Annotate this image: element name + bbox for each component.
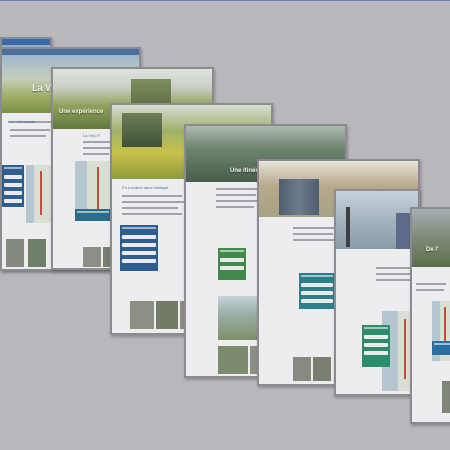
hero-title: [122, 149, 123, 154]
itinerary-panel[interactable]: [299, 273, 335, 309]
itinerary-panel[interactable]: [218, 248, 246, 280]
text-line: [416, 289, 444, 291]
thumbnail-photo: [28, 239, 46, 267]
itinerary-panel[interactable]: [120, 225, 158, 271]
lamp-post-photo: [346, 207, 350, 247]
text-line: [122, 207, 178, 209]
itinerary-panel[interactable]: [432, 341, 450, 355]
text-line: [83, 141, 113, 143]
thumbnail-photo: [130, 301, 154, 329]
text-line: [376, 279, 412, 281]
hero-title: Une expérience: [59, 109, 104, 115]
thumbnail-photo: [83, 247, 101, 267]
intro-heading: Le Véloscenie: [10, 119, 36, 124]
screenshot-collage: La V Le Véloscenie La V Le Véloscenie: [0, 0, 450, 450]
text-line: [216, 188, 260, 190]
thumbnail-photo: [442, 381, 450, 413]
text-line: [216, 200, 258, 202]
text-line: [293, 233, 333, 235]
text-line: [10, 135, 46, 137]
itinerary-panel[interactable]: [362, 325, 390, 367]
thumbnail-photo: [293, 357, 311, 381]
hero-title: De l': [426, 247, 439, 253]
hero-title: La V: [32, 83, 52, 93]
thumbnail-photo: [313, 357, 331, 381]
text-line: [10, 129, 50, 131]
text-line: [216, 194, 256, 196]
intro-heading: En Lorraine dans l'abbaye: [122, 185, 169, 190]
intro-heading: La Vélo F: [83, 133, 101, 138]
itinerary-panel[interactable]: [75, 209, 111, 221]
text-line: [122, 201, 184, 203]
page-screenshot-7[interactable]: [334, 189, 420, 396]
itinerary-panel[interactable]: [2, 165, 24, 207]
top-edge-line: [0, 0, 450, 1]
text-line: [293, 227, 337, 229]
hero-image: [412, 209, 450, 267]
dunes-photo: [218, 296, 258, 340]
beach-huts-photo: [279, 179, 319, 215]
page-screenshot-8[interactable]: De l': [410, 207, 450, 424]
route-map: [26, 165, 52, 223]
text-line: [83, 147, 111, 149]
text-line: [216, 206, 254, 208]
cyclists-photo: [122, 113, 162, 147]
text-line: [416, 283, 446, 285]
text-line: [122, 213, 182, 215]
thumbnail-photo: [156, 301, 178, 329]
text-line: [293, 239, 335, 241]
thumbnail-photo: [218, 346, 248, 374]
text-line: [122, 195, 182, 197]
text-line: [83, 153, 109, 155]
thumbnail-photo: [6, 239, 24, 267]
